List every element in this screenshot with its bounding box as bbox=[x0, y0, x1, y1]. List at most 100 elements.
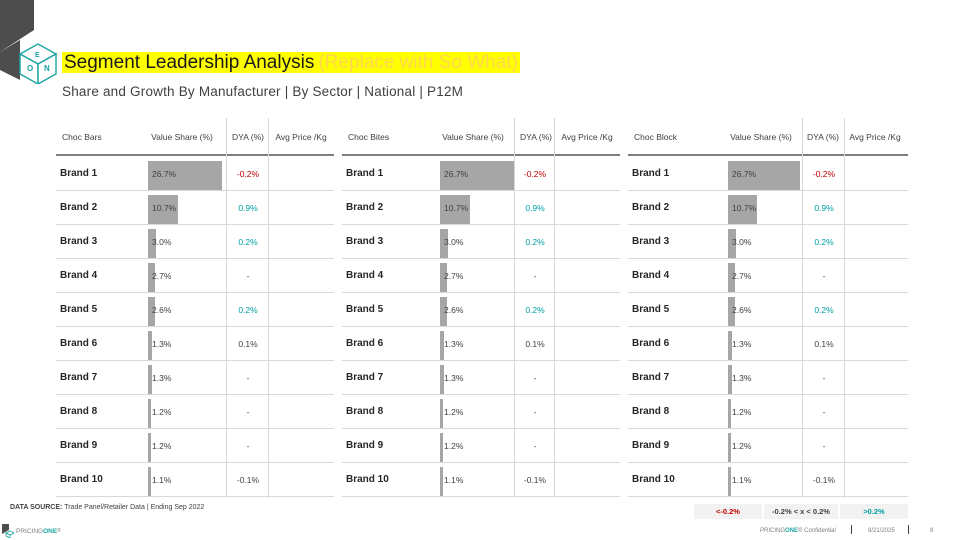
brand-name: Brand 9 bbox=[346, 440, 384, 451]
brand-name: Brand 8 bbox=[632, 406, 670, 417]
table-row: Brand 9 1.2% - bbox=[56, 429, 334, 463]
dya-value: -0.1% bbox=[236, 475, 260, 485]
table-header: Choc Bars Value Share (%) DYA (%) Avg Pr… bbox=[56, 118, 334, 156]
value-share-label: 3.0% bbox=[152, 237, 172, 247]
legend-neutral: -0.2% < x < 0.2% bbox=[764, 504, 838, 519]
dya-value: - bbox=[246, 373, 250, 383]
dya-value: - bbox=[533, 271, 537, 281]
value-share-bar bbox=[440, 433, 444, 462]
pricingone-logo: O N E bbox=[0, 0, 58, 84]
table-row: Brand 6 1.3% 0.1% bbox=[628, 327, 908, 361]
data-source-text: Trade Panel/Retailer Data | Ending Sep 2… bbox=[64, 504, 205, 511]
dya-value: - bbox=[246, 441, 250, 451]
header-avg-price: Avg Price /Kg bbox=[849, 131, 901, 142]
table-row: Brand 9 1.2% - bbox=[342, 429, 620, 463]
header-dya: DYA (%) bbox=[520, 131, 552, 142]
brand-name: Brand 10 bbox=[346, 474, 389, 485]
footer-logo: PRICING ONE ® bbox=[2, 524, 61, 538]
avg-price-value bbox=[848, 463, 906, 497]
header-dya: DYA (%) bbox=[232, 131, 264, 142]
brand-name: Brand 5 bbox=[632, 304, 670, 315]
value-share-bar bbox=[728, 433, 732, 462]
avg-price-value bbox=[272, 259, 330, 293]
table-row: Brand 7 1.3% - bbox=[56, 361, 334, 395]
table-row: Brand 7 1.3% - bbox=[628, 361, 908, 395]
value-share-label: 1.3% bbox=[444, 339, 464, 349]
dya-value: 0.1% bbox=[814, 339, 834, 349]
dya-value: - bbox=[822, 373, 826, 383]
avg-price-value bbox=[558, 327, 616, 361]
footer-brand-suffix: ONE bbox=[43, 527, 58, 535]
value-share-label: 3.0% bbox=[444, 237, 464, 247]
value-share-label: 1.3% bbox=[732, 339, 752, 349]
value-share-label: 1.1% bbox=[732, 475, 752, 485]
dya-value: -0.2% bbox=[236, 169, 260, 179]
value-share-label: 1.3% bbox=[732, 373, 752, 383]
brand-name: Brand 9 bbox=[60, 440, 98, 451]
value-share-bar bbox=[728, 331, 732, 360]
dya-value: 0.9% bbox=[814, 203, 834, 213]
brand-name: Brand 2 bbox=[346, 202, 384, 213]
brand-name: Brand 7 bbox=[60, 372, 98, 383]
avg-price-value bbox=[848, 327, 906, 361]
data-source-label: DATA SOURCE: bbox=[10, 504, 63, 511]
table-row: Brand 4 2.7% - bbox=[56, 259, 334, 293]
avg-price-value bbox=[558, 191, 616, 225]
footer-conf-label: Confidential bbox=[804, 528, 836, 534]
value-share-label: 2.7% bbox=[444, 271, 464, 281]
table-row: Brand 2 10.7% 0.9% bbox=[342, 191, 620, 225]
table-header: Choc Bites Value Share (%) DYA (%) Avg P… bbox=[342, 118, 620, 156]
table-row: Brand 10 1.1% -0.1% bbox=[628, 463, 908, 497]
table-row: Brand 5 2.6% 0.2% bbox=[342, 293, 620, 327]
logo-letter-o: O bbox=[27, 64, 33, 73]
page-title-main: Segment Leadership Analysis bbox=[62, 52, 317, 73]
table-header: Choc Block Value Share (%) DYA (%) Avg P… bbox=[628, 118, 908, 156]
logo-letter-n: N bbox=[44, 64, 50, 73]
dya-value: - bbox=[533, 441, 537, 451]
avg-price-value bbox=[272, 327, 330, 361]
value-share-label: 26.7% bbox=[152, 169, 177, 179]
brand-name: Brand 1 bbox=[632, 168, 670, 179]
table-row: Brand 8 1.2% - bbox=[342, 395, 620, 429]
value-share-bar bbox=[440, 467, 444, 496]
value-share-bar bbox=[440, 399, 444, 428]
avg-price-value bbox=[848, 293, 906, 327]
table-row: Brand 1 26.7% -0.2% bbox=[342, 157, 620, 191]
value-share-label: 2.6% bbox=[152, 305, 172, 315]
value-share-bar bbox=[728, 399, 732, 428]
avg-price-value bbox=[848, 395, 906, 429]
header-avg-price: Avg Price /Kg bbox=[561, 131, 613, 142]
legend-negative: <-0.2% bbox=[694, 504, 762, 519]
value-share-label: 2.6% bbox=[732, 305, 752, 315]
avg-price-value bbox=[848, 191, 906, 225]
table-row: Brand 7 1.3% - bbox=[342, 361, 620, 395]
avg-price-value bbox=[558, 157, 616, 191]
header-avg-price: Avg Price /Kg bbox=[275, 131, 327, 142]
dya-value: 0.2% bbox=[238, 305, 258, 315]
value-share-bar bbox=[728, 467, 731, 496]
header-segment: Choc Bars bbox=[62, 131, 102, 142]
table-row: Brand 4 2.7% - bbox=[342, 259, 620, 293]
table-row: Brand 2 10.7% 0.9% bbox=[628, 191, 908, 225]
page-subtitle: Share and Growth By Manufacturer | By Se… bbox=[62, 84, 464, 99]
avg-price-value bbox=[558, 259, 616, 293]
dya-value: 0.9% bbox=[525, 203, 545, 213]
header-segment: Choc Bites bbox=[348, 131, 390, 142]
table-row: Brand 6 1.3% 0.1% bbox=[342, 327, 620, 361]
table-row: Brand 8 1.2% - bbox=[56, 395, 334, 429]
value-share-label: 26.7% bbox=[732, 169, 757, 179]
table-row: Brand 3 3.0% 0.2% bbox=[342, 225, 620, 259]
table-row: Brand 10 1.1% -0.1% bbox=[342, 463, 620, 497]
value-share-bar bbox=[728, 365, 732, 394]
brand-name: Brand 7 bbox=[346, 372, 384, 383]
value-share-label: 1.3% bbox=[152, 339, 172, 349]
avg-price-value bbox=[558, 429, 616, 463]
brand-name: Brand 7 bbox=[632, 372, 670, 383]
value-share-label: 10.7% bbox=[444, 203, 469, 213]
value-share-bar bbox=[148, 433, 152, 462]
header-value-share: Value Share (%) bbox=[151, 131, 213, 142]
dya-value: 0.2% bbox=[814, 305, 834, 315]
value-share-label: 1.2% bbox=[732, 407, 752, 417]
brand-name: Brand 8 bbox=[60, 406, 98, 417]
value-share-label: 2.7% bbox=[152, 271, 172, 281]
